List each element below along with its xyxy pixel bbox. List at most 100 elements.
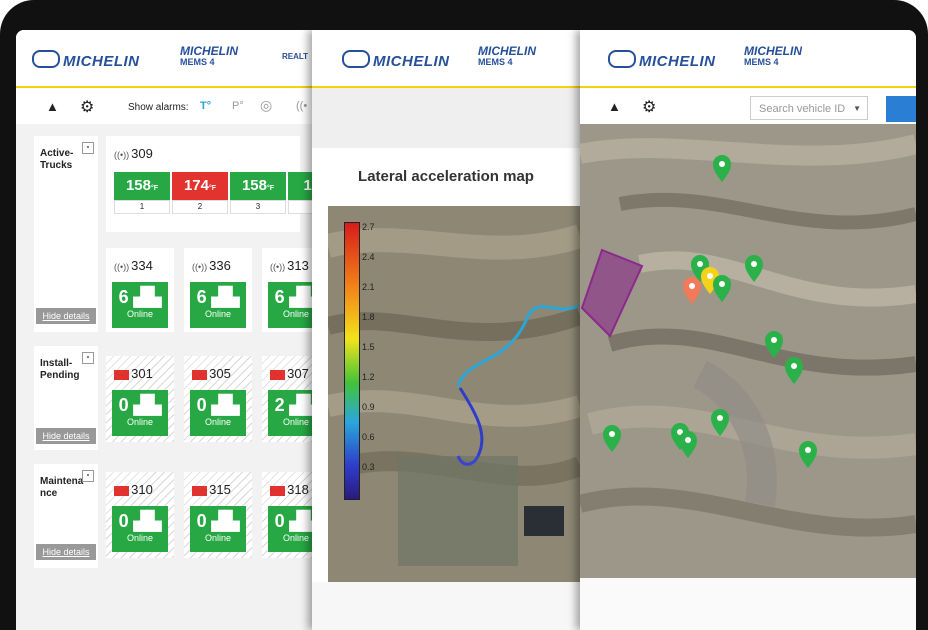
- tire-value: 158: [125, 177, 151, 194]
- vehicle-marker-icon[interactable]: [785, 357, 803, 384]
- vehicle-search-select[interactable]: Search vehicle ID ▼: [750, 96, 868, 120]
- truck-status-tile: 2 ▟▙ Online: [268, 390, 312, 436]
- truck-card[interactable]: ((•)) 310 0 ▟▙ Online: [106, 472, 174, 558]
- tire-count: 6 ▟▙: [112, 285, 168, 309]
- truck-status-tile: 0 ▟▙ Online: [190, 506, 246, 552]
- realtime-tab[interactable]: REALT: [282, 52, 308, 61]
- truck-icon: ▟▙: [211, 287, 240, 307]
- signal-off-icon: ((•)): [270, 486, 286, 496]
- scale-tick: 2.7: [362, 222, 375, 232]
- truck-card[interactable]: ((•)) 301 0 ▟▙ Online: [106, 356, 174, 442]
- signal-icon: ((•)): [114, 262, 130, 272]
- collapse-button[interactable]: -: [82, 352, 94, 364]
- signal-off-icon: ((•)): [114, 486, 130, 496]
- status-text: Online: [204, 417, 231, 427]
- truck-icon: ▟▙: [211, 511, 240, 531]
- truck-id-text: 307: [287, 366, 309, 381]
- scale-tick: 0.6: [362, 432, 375, 442]
- toolbar: ▲ ⚙ Show alarms: T° P° ◎ ((•: [16, 88, 312, 124]
- truck-card[interactable]: ((•)) 305 0 ▟▙ Online: [184, 356, 252, 442]
- count-text: 0: [196, 395, 207, 415]
- bell-icon[interactable]: ▲: [608, 99, 621, 114]
- satellite-map[interactable]: 2.7 2.4 2.1 1.8 1.5 1.2 0.9 0.6 0.3: [325, 206, 580, 582]
- group-title: Active-Trucks - Hide details: [34, 136, 98, 332]
- product-title: MICHELIN: [180, 44, 238, 58]
- truck-card[interactable]: ((•)) 334 6 ▟▙ Online: [106, 248, 174, 332]
- signal-alarm-icon[interactable]: ((•: [296, 100, 307, 112]
- truck-detail-card[interactable]: ((•))309 158°F1 174°F2 158°F3 1594: [106, 136, 312, 232]
- truck-status-tile: 6 ▟▙ Online: [190, 282, 246, 328]
- product-name: MICHELIN MEMS 4: [478, 45, 536, 68]
- hide-details-button[interactable]: Hide details: [36, 544, 96, 560]
- vehicle-marker-icon[interactable]: [713, 155, 731, 182]
- tire-position: 3: [230, 200, 286, 214]
- tire-cell[interactable]: 158°F 1: [114, 172, 170, 214]
- truck-card[interactable]: ((•)) 336 6 ▟▙ Online: [184, 248, 252, 332]
- gear-icon[interactable]: ⚙: [642, 97, 656, 117]
- scale-tick: 1.8: [362, 312, 375, 322]
- bibendum-icon: [32, 50, 60, 68]
- toolbar-strip: [312, 88, 580, 148]
- search-button[interactable]: [886, 96, 916, 122]
- truck-id-text: 309: [131, 146, 153, 161]
- truck-card[interactable]: ((•)) 318 0 ▟▙ Online: [262, 472, 312, 558]
- vehicle-marker-dot: [751, 261, 757, 267]
- hide-details-button[interactable]: Hide details: [36, 308, 96, 324]
- truck-id-text: 315: [209, 482, 231, 497]
- truck-status-tile: 0 ▟▙ Online: [112, 506, 168, 552]
- scale-tick: 0.3: [362, 462, 375, 472]
- product-sub: MEMS 4: [744, 57, 779, 67]
- truck-card[interactable]: ((•)) 315 0 ▟▙ Online: [184, 472, 252, 558]
- vehicle-marker-icon[interactable]: [679, 431, 697, 458]
- vehicle-marker-icon[interactable]: [765, 331, 783, 358]
- collapse-button[interactable]: -: [82, 470, 94, 482]
- vehicle-marker-icon[interactable]: [799, 441, 817, 468]
- scale-tick: 2.4: [362, 252, 375, 262]
- tire-cell[interactable]: 158°F 3: [230, 172, 286, 214]
- vehicle-marker-icon[interactable]: [603, 425, 621, 452]
- collapse-button[interactable]: -: [82, 142, 94, 154]
- status-text: Online: [282, 533, 309, 543]
- bell-icon[interactable]: ▲: [46, 99, 59, 114]
- truck-card[interactable]: ((•)) 307 2 ▟▙ Online: [262, 356, 312, 442]
- tire-temp: 158°F: [230, 172, 286, 200]
- header: MICHELIN MICHELIN MEMS 4: [312, 30, 580, 88]
- gear-icon[interactable]: ⚙: [80, 97, 94, 117]
- footer-strip: [312, 582, 580, 630]
- vehicle-marker-icon[interactable]: [683, 277, 701, 304]
- temperature-alarm-icon[interactable]: T°: [200, 100, 211, 112]
- vehicle-marker-icon[interactable]: [745, 255, 763, 282]
- tire-alarm-icon[interactable]: ◎: [260, 97, 272, 114]
- vehicle-marker-icon[interactable]: [711, 409, 729, 436]
- status-text: Online: [282, 417, 309, 427]
- tire-count: 0 ▟▙: [112, 509, 168, 533]
- tire-cell[interactable]: 1594: [288, 172, 312, 214]
- satellite-map[interactable]: [580, 124, 916, 578]
- count-text: 6: [196, 287, 207, 307]
- status-text: Online: [126, 309, 153, 319]
- tire-cell[interactable]: 174°F 2: [172, 172, 228, 214]
- vehicle-marker-icon[interactable]: [713, 275, 731, 302]
- product-title: MICHELIN: [744, 44, 802, 58]
- truck-id: ((•)) 315: [192, 482, 231, 497]
- tire-position: 1: [114, 200, 170, 214]
- tire-temp: 174°F: [172, 172, 228, 200]
- truck-icon: ▟▙: [289, 511, 312, 531]
- pressure-alarm-icon[interactable]: P°: [232, 100, 244, 112]
- michelin-logo: MICHELIN: [32, 50, 140, 70]
- truck-status-tile: 6 ▟▙ Online: [268, 282, 312, 328]
- vehicle-markers: [603, 155, 817, 468]
- product-sub: MEMS 4: [180, 57, 215, 67]
- acceleration-map-panel: MICHELIN MICHELINMEMS 4 ▲ ⚙ Lateral acce…: [312, 30, 580, 630]
- tire-unit: °F: [150, 185, 159, 192]
- vehicle-marker-dot: [609, 431, 615, 437]
- product-sub: MEMS 4: [478, 57, 513, 67]
- status-text: Online: [126, 417, 153, 427]
- hide-details-button[interactable]: Hide details: [36, 428, 96, 444]
- truck-card[interactable]: ((•)) 313 6 ▟▙ Online: [262, 248, 312, 332]
- group-maintenance: Maintena nce - Hide details ((•)) 310 0 ▟…: [34, 464, 312, 568]
- tire-value: 174: [183, 177, 209, 194]
- count-text: 0: [118, 511, 129, 531]
- tablet-frame: MICHELIN MICHELIN MEMS 4 REALT ▲ ⚙ Show a…: [0, 0, 928, 630]
- signal-icon: ((•)): [270, 262, 286, 272]
